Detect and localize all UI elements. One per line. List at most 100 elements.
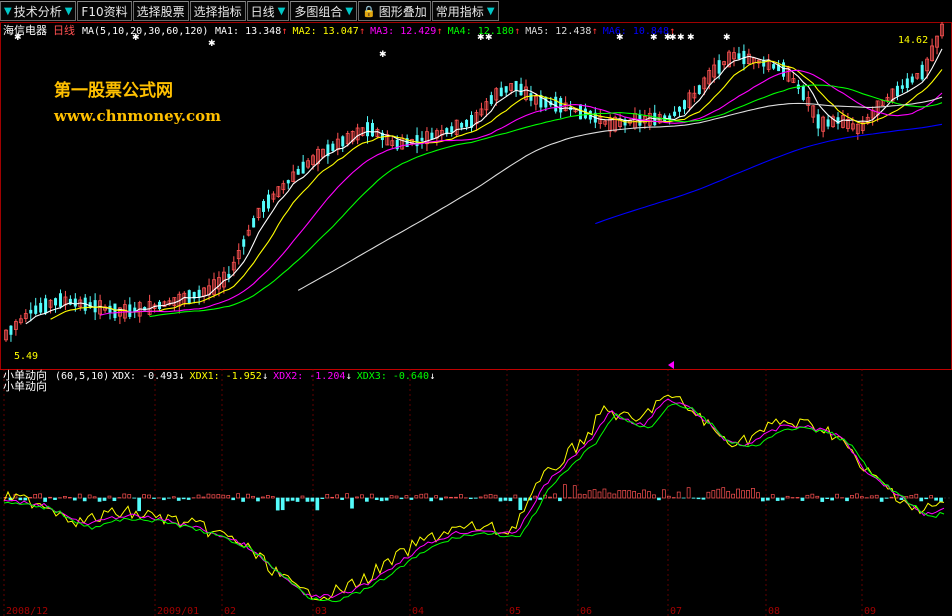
- up-arrow-icon: ↑: [437, 26, 443, 37]
- candle: [470, 111, 474, 132]
- histogram-bar: [513, 494, 518, 499]
- histogram-bar: [899, 497, 904, 500]
- candle: [519, 77, 523, 96]
- histogram-bar: [676, 491, 681, 499]
- histogram-bar: [592, 489, 597, 499]
- svg-text:XDX1: -1.952: XDX1: -1.952: [190, 371, 262, 382]
- candle: [256, 207, 261, 221]
- histogram-bar: [261, 496, 265, 499]
- histogram-bar: [28, 497, 33, 499]
- histogram-bar: [142, 494, 146, 499]
- histogram-bar: [112, 497, 117, 502]
- histogram-bar: [929, 495, 934, 499]
- histogram-bar: [850, 495, 854, 499]
- histogram-bar: [711, 490, 716, 499]
- svg-text:XDX3: -0.640: XDX3: -0.640: [357, 371, 429, 382]
- histogram-bar: [845, 497, 849, 502]
- candle: [39, 297, 43, 315]
- toolbar-button-5[interactable]: 多图组合 ▼: [290, 1, 358, 21]
- toolbar-button-0[interactable]: ▼ 技术分析 ▼: [0, 1, 77, 21]
- price-low-label: 5.49: [14, 351, 38, 362]
- time-axis-label: 07: [670, 606, 682, 616]
- toolbar-button-3[interactable]: 选择指标: [189, 1, 246, 21]
- price-panel-frame: [0, 22, 952, 370]
- histogram-bar: [414, 495, 419, 499]
- histogram-bar: [785, 495, 790, 499]
- histogram-bar: [810, 493, 815, 499]
- ma-line-3: [99, 69, 943, 316]
- stock-name: 海信电器: [3, 23, 47, 37]
- histogram-bar: [612, 493, 617, 499]
- histogram-bar: [652, 494, 656, 499]
- histogram-bar: [459, 494, 463, 499]
- histogram-bar: [236, 493, 240, 499]
- candle: [246, 224, 251, 237]
- time-axis-label: 03: [315, 606, 327, 616]
- candle: [108, 300, 112, 320]
- histogram-bar: [350, 497, 354, 509]
- toolbar-button-6[interactable]: 🔒 图形叠加: [358, 1, 431, 21]
- histogram-bar: [355, 496, 359, 499]
- time-axis-label: 2009/01: [157, 606, 199, 616]
- histogram-bar: [751, 488, 755, 499]
- histogram-bar: [122, 493, 127, 499]
- dropdown-arrow-icon: ▼: [486, 5, 495, 17]
- histogram-bar: [731, 493, 736, 499]
- candle: [439, 124, 444, 141]
- up-arrow-icon: ↑: [669, 26, 675, 37]
- dropdown-arrow-icon: ▼: [345, 5, 354, 17]
- candle: [128, 297, 132, 320]
- histogram-bar: [399, 497, 404, 500]
- histogram-bar: [53, 497, 57, 500]
- histogram-bar: [384, 497, 389, 501]
- histogram-bar: [374, 497, 379, 500]
- indicator-line-2: [3, 403, 945, 603]
- toolbar-label: 选择指标: [193, 4, 242, 19]
- histogram-bar: [439, 497, 443, 501]
- svg-text:MA5: 12.438: MA5: 12.438: [525, 26, 591, 37]
- candle: [489, 91, 493, 106]
- price-high-label: 14.62: [898, 35, 928, 46]
- histogram-bar: [493, 494, 498, 499]
- svg-text:XDX2: -1.204: XDX2: -1.204: [273, 371, 345, 382]
- indicator-header-values: XDX: -0.493 ↓ XDX1: -1.952 ↓ XDX2: -1.204 ↓ XD…: [112, 371, 435, 382]
- candle: [375, 127, 380, 139]
- candle: [331, 141, 335, 153]
- candle: [355, 123, 360, 145]
- candle: [147, 294, 152, 316]
- histogram-bar: [389, 495, 394, 499]
- histogram-bar: [340, 497, 344, 500]
- toolbar-button-2[interactable]: 选择股票: [132, 1, 189, 21]
- candle: [766, 54, 771, 73]
- position-marker-icon[interactable]: [668, 361, 674, 369]
- candle: [623, 117, 627, 133]
- histogram-bar: [270, 496, 275, 499]
- histogram-bar: [295, 497, 300, 502]
- toolbar-button-1[interactable]: F10资料: [77, 1, 132, 21]
- chart-area: ✱ ✱✱✱✱ ✱ ✱ ✱ ✱✱ ✱ ✱ ✱ 2008/12 2009/01 02 03 04 05 06 07…: [0, 22, 952, 616]
- histogram-bar: [186, 497, 191, 500]
- candle: [29, 302, 33, 322]
- toolbar-button-7[interactable]: 常用指标 ▼: [431, 1, 499, 21]
- histogram-bar: [617, 490, 622, 499]
- candle: [673, 106, 677, 118]
- candle: [172, 297, 177, 312]
- candle: [870, 106, 875, 126]
- toolbar-button-4[interactable]: 日线 ▼: [246, 1, 290, 21]
- candle: [588, 110, 592, 124]
- svg-text:MA3: 12.429: MA3: 12.429: [370, 26, 436, 37]
- candle: [554, 91, 558, 114]
- histogram-bar: [503, 497, 508, 501]
- histogram-bar: [63, 496, 67, 499]
- histogram-bar: [82, 497, 87, 502]
- histogram-bar: [686, 487, 691, 499]
- histogram-bar: [454, 496, 458, 499]
- histogram-bar: [266, 495, 270, 499]
- candle: [400, 134, 405, 150]
- indicator-value-0: XDX: -0.493 ↓: [112, 371, 185, 382]
- histogram-bar: [92, 496, 97, 499]
- candle: [821, 115, 826, 138]
- histogram-bar: [904, 496, 909, 499]
- histogram-bar: [285, 497, 290, 502]
- ma-value-1: MA1: 13.348 ↑: [215, 26, 288, 37]
